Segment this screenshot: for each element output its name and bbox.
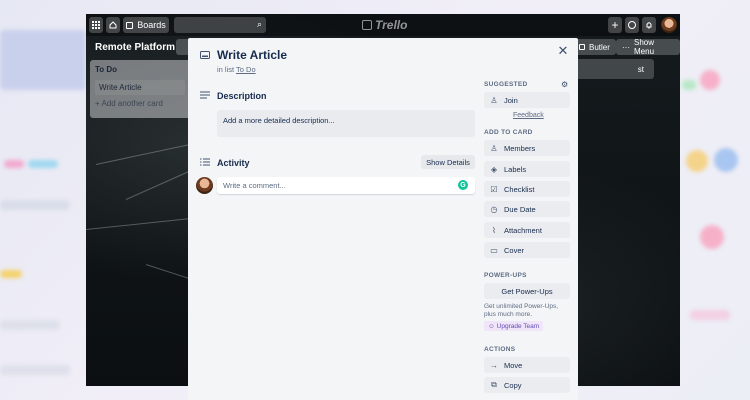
add-list-label: st bbox=[637, 64, 644, 74]
move-label: Move bbox=[504, 360, 523, 370]
due-date-label: Due Date bbox=[504, 204, 536, 214]
bell-icon[interactable] bbox=[642, 17, 656, 33]
power-ups-text: Get unlimited Power-Ups, plus much more. bbox=[484, 303, 559, 318]
actions-heading: Actions bbox=[484, 346, 516, 353]
list-to-do: To Do Write Article + Add another card bbox=[90, 60, 190, 118]
more-icon: ··· bbox=[622, 42, 630, 52]
butler-label: Butler bbox=[589, 42, 610, 52]
card-title[interactable]: Write Article bbox=[217, 48, 287, 62]
butler-button[interactable]: Butler bbox=[573, 39, 616, 55]
cover-label: Cover bbox=[504, 245, 525, 255]
apps-grid-icon[interactable] bbox=[89, 17, 103, 33]
join-label: Join bbox=[504, 95, 518, 105]
list-title[interactable]: To Do bbox=[95, 65, 185, 74]
person-icon: ♙ bbox=[490, 143, 498, 153]
show-menu-label: Show Menu bbox=[634, 38, 655, 56]
in-list-prefix: in list bbox=[217, 65, 235, 74]
add-card-label: Add another card bbox=[101, 99, 163, 108]
comment-input[interactable]: Write a comment... G bbox=[217, 177, 475, 194]
checkbox-icon: ☑ bbox=[490, 184, 498, 194]
boards-button[interactable]: Boards bbox=[123, 17, 169, 33]
tag-icon: ◈ bbox=[490, 164, 498, 174]
due-date-button[interactable]: ◷ Due Date bbox=[484, 201, 570, 217]
info-icon[interactable] bbox=[625, 17, 639, 33]
paperclip-icon: ⌇ bbox=[492, 225, 496, 235]
description-heading: Description bbox=[217, 91, 267, 101]
add-card-button[interactable]: + Add another card bbox=[95, 99, 185, 108]
copy-button[interactable]: ⧉ Copy bbox=[484, 377, 570, 393]
members-button[interactable]: ♙ Members bbox=[484, 140, 570, 156]
close-icon[interactable]: ✕ bbox=[556, 43, 570, 58]
description-icon bbox=[199, 90, 211, 100]
upgrade-icon: ☺ bbox=[488, 322, 495, 330]
home-icon[interactable] bbox=[106, 17, 120, 33]
avatar[interactable] bbox=[196, 177, 213, 194]
feedback-link[interactable]: Feedback bbox=[513, 112, 544, 119]
show-details-button[interactable]: Show Details bbox=[421, 155, 475, 169]
grammarly-icon[interactable]: G bbox=[458, 180, 468, 190]
labels-button[interactable]: ◈ Labels bbox=[484, 161, 570, 177]
attachment-label: Attachment bbox=[504, 225, 542, 235]
join-button[interactable]: ♙ Join bbox=[484, 92, 570, 108]
trello-logo[interactable]: Trello bbox=[362, 18, 407, 32]
gear-icon[interactable]: ⚙ bbox=[561, 80, 568, 89]
activity-heading: Activity bbox=[217, 158, 250, 168]
labels-label: Labels bbox=[504, 164, 527, 174]
search-input[interactable]: ⌕ bbox=[174, 17, 266, 33]
comment-placeholder: Write a comment... bbox=[223, 181, 286, 190]
card-detail-modal: Write Article in list To Do ✕ Descriptio… bbox=[188, 38, 578, 400]
top-bar: Boards ⌕ Trello + bbox=[86, 14, 680, 36]
user-avatar[interactable] bbox=[661, 17, 677, 33]
add-icon[interactable]: + bbox=[608, 17, 622, 33]
trello-logo-icon bbox=[362, 20, 372, 30]
person-icon: ♙ bbox=[490, 95, 498, 105]
upgrade-team-button[interactable]: ☺ Upgrade Team bbox=[484, 321, 544, 331]
boards-icon bbox=[126, 21, 134, 29]
board-title[interactable]: Remote Platform bbox=[95, 42, 175, 53]
trello-logo-text: Trello bbox=[375, 18, 408, 32]
description-input[interactable]: Add a more detailed description... bbox=[217, 110, 475, 137]
copy-label: Copy bbox=[504, 380, 522, 390]
power-ups-heading: Power-Ups bbox=[484, 272, 527, 279]
clock-icon: ◷ bbox=[490, 204, 498, 214]
cover-button[interactable]: ▭ Cover bbox=[484, 242, 570, 258]
search-icon: ⌕ bbox=[256, 19, 262, 29]
members-label: Members bbox=[504, 143, 536, 153]
move-button[interactable]: → Move bbox=[484, 357, 570, 373]
arrow-right-icon: → bbox=[490, 360, 498, 370]
suggested-heading: Suggested bbox=[484, 81, 528, 88]
checklist-button[interactable]: ☑ Checklist bbox=[484, 181, 570, 197]
boards-label: Boards bbox=[137, 20, 166, 30]
in-list-text: in list To Do bbox=[217, 65, 256, 74]
get-power-ups-button[interactable]: Get Power-Ups bbox=[484, 283, 570, 299]
butler-icon bbox=[579, 44, 585, 50]
attachment-button[interactable]: ⌇ Attachment bbox=[484, 222, 570, 238]
upgrade-label: Upgrade Team bbox=[496, 322, 540, 330]
checklist-label: Checklist bbox=[504, 184, 535, 194]
activity-icon bbox=[199, 157, 211, 167]
copy-icon: ⧉ bbox=[491, 380, 497, 389]
card-icon bbox=[199, 50, 211, 60]
add-to-card-heading: Add to card bbox=[484, 129, 533, 136]
card-cover-icon: ▭ bbox=[490, 245, 498, 255]
list-card[interactable]: Write Article bbox=[95, 80, 185, 95]
show-menu-button[interactable]: ··· Show Menu bbox=[616, 38, 680, 56]
list-link[interactable]: To Do bbox=[236, 65, 256, 74]
